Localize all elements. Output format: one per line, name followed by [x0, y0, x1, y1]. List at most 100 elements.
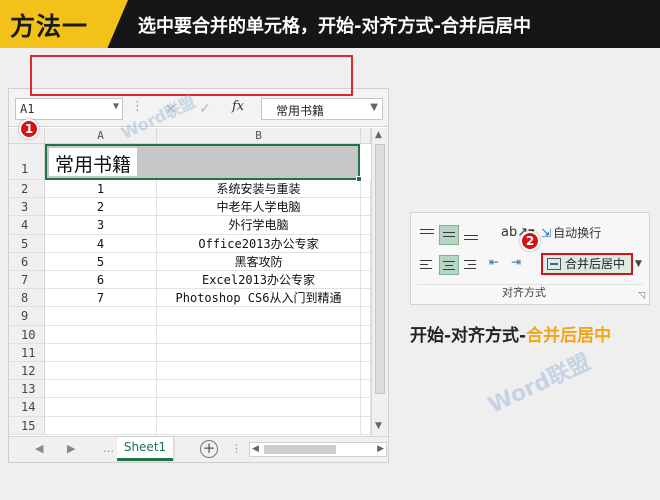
row-header[interactable]: 6: [9, 252, 45, 271]
cell-b[interactable]: [157, 307, 361, 326]
row-header[interactable]: 14: [9, 398, 45, 417]
row-header[interactable]: 1: [9, 144, 45, 180]
fill-handle[interactable]: [356, 176, 362, 182]
cell-b[interactable]: Photoshop CS6从入门到精通: [157, 289, 361, 308]
cell-b[interactable]: 系统安装与重装: [157, 180, 361, 199]
formula-input-value: 常用书籍: [276, 104, 325, 118]
row-header[interactable]: 4: [9, 216, 45, 235]
cell-c[interactable]: [361, 325, 371, 344]
cell-c[interactable]: [361, 380, 371, 399]
row-header[interactable]: 9: [9, 307, 45, 326]
cell-a[interactable]: [45, 398, 157, 417]
tab-more-icon[interactable]: …: [103, 442, 114, 455]
cell-c[interactable]: [361, 416, 371, 435]
cell-a[interactable]: 7: [45, 289, 157, 308]
vertical-scrollbar[interactable]: ▲ ▼: [371, 128, 388, 436]
step-2-marker: 2: [520, 231, 540, 251]
row-header[interactable]: 12: [9, 362, 45, 381]
merged-cell-a1-b1[interactable]: 常用书籍: [45, 144, 362, 182]
formula-expand-icon[interactable]: ▼: [370, 102, 378, 113]
selection-highlight-box: [30, 55, 353, 96]
name-box[interactable]: A1 ▼: [15, 98, 123, 120]
cell-b[interactable]: [157, 416, 361, 435]
align-right-icon[interactable]: [461, 255, 481, 275]
cell-a[interactable]: 5: [45, 252, 157, 271]
cell-a[interactable]: [45, 325, 157, 344]
cell-a[interactable]: [45, 380, 157, 399]
row-header[interactable]: 15: [9, 416, 45, 435]
cell-c[interactable]: [361, 234, 371, 253]
column-header-b[interactable]: B: [157, 128, 361, 144]
cell-b[interactable]: 黑客攻防: [157, 252, 361, 271]
alignment-group-label: 对齐方式: [502, 286, 546, 299]
cell-a[interactable]: [45, 362, 157, 381]
dialog-launcher-icon[interactable]: ◹: [638, 291, 645, 301]
header-banner: 方法一 选中要合并的单元格，开始-对齐方式-合并后居中: [0, 0, 660, 48]
cell-c[interactable]: [361, 343, 371, 362]
horizontal-scrollbar[interactable]: ◀ ▶: [249, 442, 387, 457]
cell-b[interactable]: [157, 343, 361, 362]
cell-b[interactable]: 中老年人学电脑: [157, 198, 361, 217]
cell-b[interactable]: [157, 380, 361, 399]
cell-a[interactable]: 6: [45, 271, 157, 290]
cell-a[interactable]: 1: [45, 180, 157, 199]
caption-part1: 开始-对齐方式-: [410, 326, 527, 346]
cell-b[interactable]: [157, 362, 361, 381]
cell-b[interactable]: [157, 325, 361, 344]
cell-b[interactable]: [157, 398, 361, 417]
row-header[interactable]: 10: [9, 325, 45, 344]
cell-a[interactable]: 4: [45, 234, 157, 253]
row-header[interactable]: 5: [9, 234, 45, 253]
wrap-text-button[interactable]: ⇲ 自动换行: [541, 224, 601, 241]
row-header[interactable]: 3: [9, 198, 45, 217]
horizontal-scroll-thumb[interactable]: [264, 445, 336, 454]
cell-b[interactable]: Office2013办公专家: [157, 234, 361, 253]
watermark-logo-bottom: Word联盟: [484, 349, 595, 419]
add-sheet-icon[interactable]: +: [200, 440, 218, 458]
align-middle-icon[interactable]: [439, 225, 459, 245]
cell-c[interactable]: [361, 289, 371, 308]
next-sheet-icon[interactable]: ▶: [67, 442, 75, 455]
cell-c[interactable]: [361, 362, 371, 381]
row-header[interactable]: 11: [9, 343, 45, 362]
merge-center-button[interactable]: 合并后居中: [541, 253, 633, 275]
cell-c[interactable]: [361, 216, 371, 235]
align-center-icon[interactable]: [439, 255, 459, 275]
cell-a[interactable]: [45, 343, 157, 362]
tab-sheet1[interactable]: Sheet1: [117, 437, 173, 461]
scroll-down-icon[interactable]: ▼: [375, 421, 382, 431]
insert-function-icon[interactable]: fx: [232, 99, 244, 114]
row-header[interactable]: 13: [9, 380, 45, 399]
row-header[interactable]: 8: [9, 289, 45, 308]
align-left-icon[interactable]: [417, 255, 437, 275]
cell-c[interactable]: [361, 198, 371, 217]
cell-a[interactable]: 3: [45, 216, 157, 235]
merge-dropdown-icon[interactable]: ▼: [635, 259, 642, 269]
formula-input[interactable]: 常用书籍 ▼: [261, 98, 383, 120]
cell-a[interactable]: [45, 416, 157, 435]
row-header[interactable]: 7: [9, 271, 45, 290]
decrease-indent-icon[interactable]: ⇤: [489, 255, 509, 275]
prev-sheet-icon[interactable]: ◀: [35, 442, 43, 455]
increase-indent-icon[interactable]: ⇥: [511, 255, 531, 275]
excel-window: A1 ▼ ⋮ × ✓ fx 常用书籍 ▼ A B 1 2 1 系统安装与重装 3 2 中老年…: [8, 88, 389, 463]
row-header[interactable]: 2: [9, 180, 45, 199]
align-bottom-icon[interactable]: [461, 225, 481, 245]
scroll-left-icon[interactable]: ◀: [252, 443, 259, 456]
cell-c[interactable]: [361, 307, 371, 326]
align-top-icon[interactable]: [417, 225, 437, 245]
scroll-right-icon[interactable]: ▶: [377, 443, 384, 456]
merged-cell-text: 常用书籍: [49, 148, 138, 176]
cell-c[interactable]: [361, 398, 371, 417]
cell-c[interactable]: [361, 180, 371, 199]
cell-a[interactable]: [45, 307, 157, 326]
cell-c[interactable]: [361, 252, 371, 271]
vertical-scroll-thumb[interactable]: [375, 144, 385, 394]
name-box-value: A1: [20, 102, 35, 116]
cell-b[interactable]: 外行学电脑: [157, 216, 361, 235]
cell-c[interactable]: [361, 271, 371, 290]
cell-a[interactable]: 2: [45, 198, 157, 217]
name-box-dropdown-icon[interactable]: ▼: [113, 101, 119, 112]
scroll-up-icon[interactable]: ▲: [375, 130, 382, 140]
cell-b[interactable]: Excel2013办公专家: [157, 271, 361, 290]
